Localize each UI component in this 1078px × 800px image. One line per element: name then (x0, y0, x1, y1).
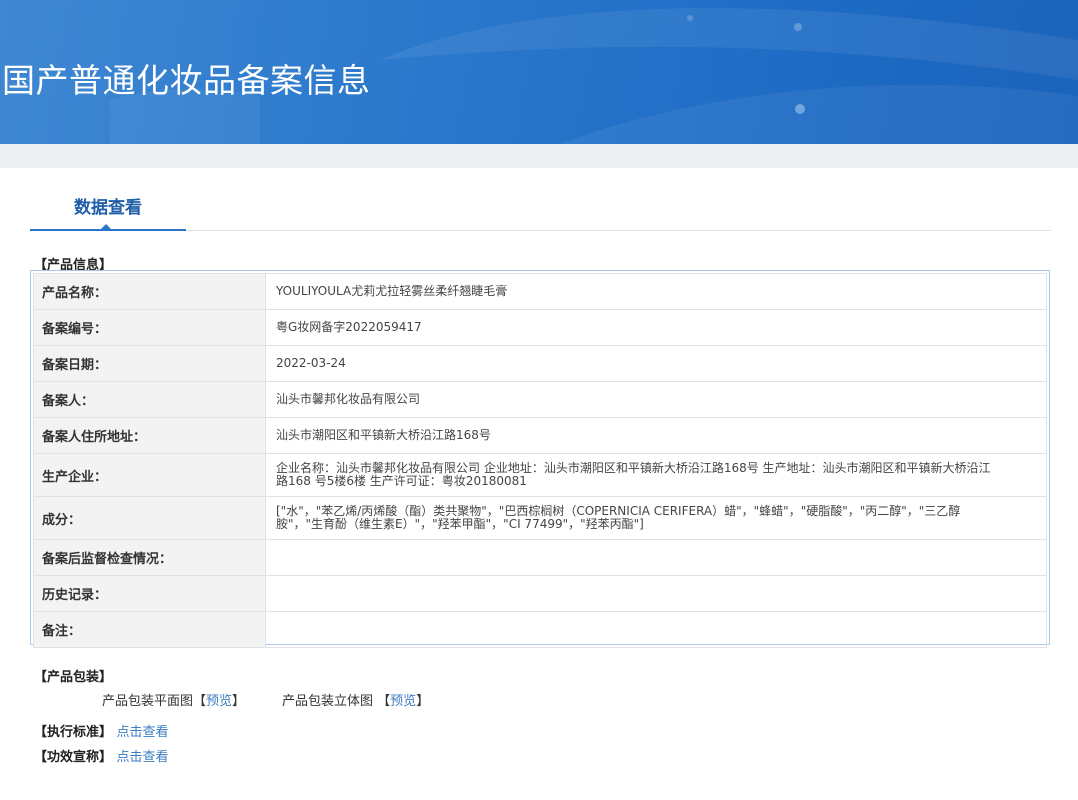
row-label: 产品名称： (33, 273, 266, 310)
table-row: 备案后监督检查情况： (33, 539, 1047, 576)
table-row: 备注： (33, 611, 1047, 648)
package-flat-preview-link[interactable]: 预览 (206, 694, 232, 709)
tab-data-view[interactable]: 数据查看 (30, 168, 186, 231)
row-label: 历史记录： (33, 575, 266, 612)
tab-bar: 数据查看 (30, 168, 1052, 231)
row-label: 备案后监督检查情况： (33, 539, 266, 576)
page-title: 国产普通化妆品备案信息 (2, 61, 371, 100)
table-row: 成分： ["水"，"苯乙烯/丙烯酸（酯）类共聚物"，"巴西棕榈树（COPERNI… (33, 496, 1047, 540)
package-3d-preview-link[interactable]: 预览 (390, 694, 416, 709)
header-divider-strip (0, 144, 1078, 168)
row-value: ["水"，"苯乙烯/丙烯酸（酯）类共聚物"，"巴西棕榈树（COPERNICIA … (265, 496, 1047, 540)
row-value: 汕头市潮阳区和平镇新大桥沿江路168号 (265, 417, 1047, 454)
execution-standard-label: 【执行标准】 (34, 725, 113, 740)
row-value (265, 539, 1047, 576)
package-flat-label: 产品包装平面图 (102, 694, 194, 709)
product-info-table: 产品名称： YOULIYOULA尤莉尤拉轻雾丝柔纤翘睫毛膏 备案编号： 粤G妆网… (30, 270, 1050, 648)
row-value: YOULIYOULA尤莉尤拉轻雾丝柔纤翘睫毛膏 (265, 273, 1047, 310)
bracket-close: 】 (232, 694, 246, 709)
row-label: 生产企业： (33, 453, 266, 497)
execution-standard-link[interactable]: 点击查看 (117, 725, 169, 740)
row-value (265, 611, 1047, 648)
row-label: 备案编号： (33, 309, 266, 346)
content-panel: 数据查看 【产品信息】 产品名称： YOULIYOULA尤莉尤拉轻雾丝柔纤翘睫毛… (0, 168, 1078, 800)
bracket-close: 】 (416, 694, 430, 709)
table-row: 备案编号： 粤G妆网备字2022059417 (33, 309, 1047, 346)
table-row: 备案人： 汕头市馨邦化妆品有限公司 (33, 381, 1047, 418)
efficacy-claim-row: 【功效宣称】 点击查看 (34, 746, 169, 765)
header-banner: 国产普通化妆品备案信息 (0, 0, 1078, 144)
package-flat-image: 产品包装平面图【预览】 (102, 690, 245, 709)
bracket-open: 【 (193, 694, 207, 709)
efficacy-claim-link[interactable]: 点击查看 (117, 750, 169, 765)
table-row: 历史记录： (33, 575, 1047, 612)
table-row: 产品名称： YOULIYOULA尤莉尤拉轻雾丝柔纤翘睫毛膏 (33, 273, 1047, 310)
tab-data-view-label: 数据查看 (74, 198, 142, 218)
bracket-open: 【 (377, 694, 391, 709)
efficacy-claim-label: 【功效宣称】 (34, 750, 113, 765)
tab-active-indicator (100, 224, 112, 230)
row-value (265, 575, 1047, 612)
table-row: 生产企业： 企业名称：汕头市馨邦化妆品有限公司 企业地址：汕头市潮阳区和平镇新大… (33, 453, 1047, 497)
row-value: 2022-03-24 (265, 345, 1047, 382)
table-row: 备案日期： 2022-03-24 (33, 345, 1047, 382)
row-value: 汕头市馨邦化妆品有限公司 (265, 381, 1047, 418)
package-3d-image: 产品包装立体图 【预览】 (282, 690, 429, 709)
row-label: 备注： (33, 611, 266, 648)
package-3d-label: 产品包装立体图 (282, 694, 374, 709)
table-row: 备案人住所地址： 汕头市潮阳区和平镇新大桥沿江路168号 (33, 417, 1047, 454)
row-value: 企业名称：汕头市馨邦化妆品有限公司 企业地址：汕头市潮阳区和平镇新大桥沿江路16… (265, 453, 1047, 497)
execution-standard-row: 【执行标准】 点击查看 (34, 721, 169, 740)
row-label: 备案人住所地址： (33, 417, 266, 454)
row-label: 成分： (33, 496, 266, 540)
row-label: 备案人： (33, 381, 266, 418)
packaging-section-label: 【产品包装】 (34, 670, 113, 685)
row-label: 备案日期： (33, 345, 266, 382)
row-value: 粤G妆网备字2022059417 (265, 309, 1047, 346)
